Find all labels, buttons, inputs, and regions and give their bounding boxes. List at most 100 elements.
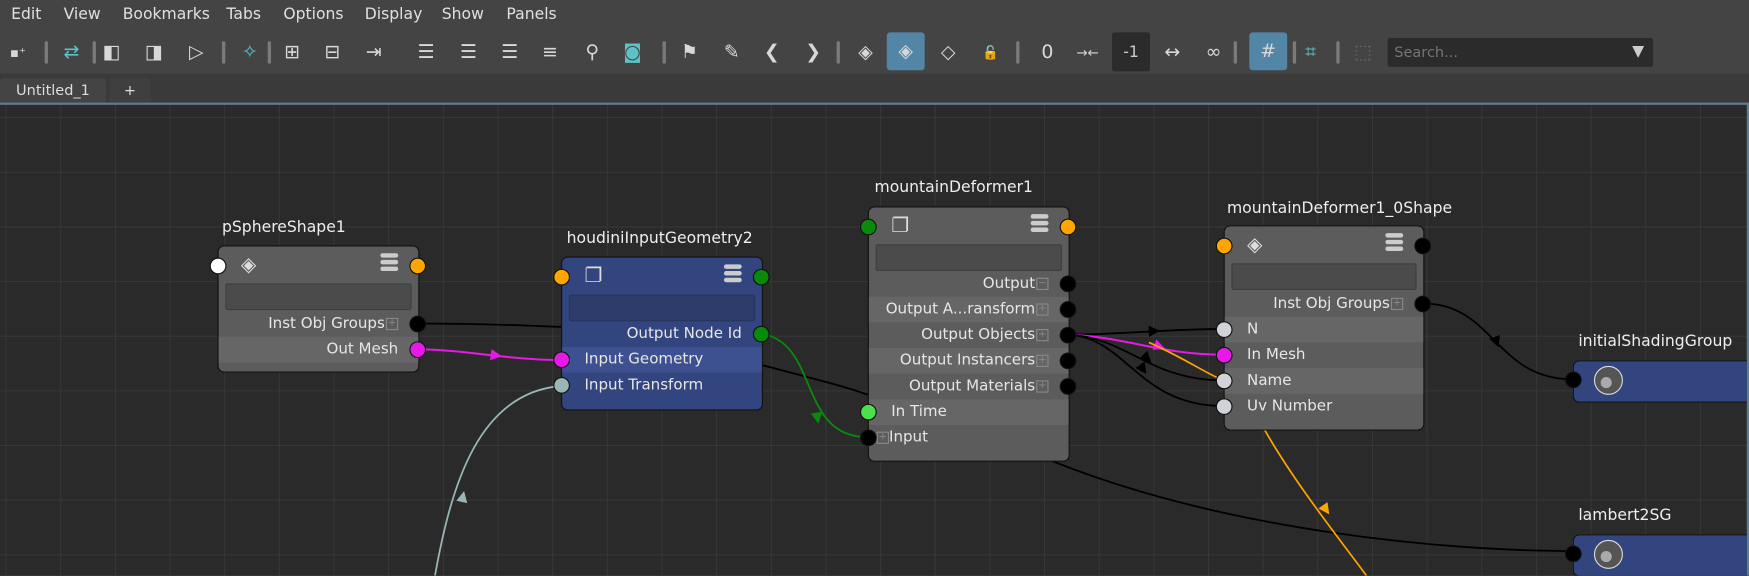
simple-mode-icon[interactable]: ☰ xyxy=(409,37,442,68)
connection-out-mesh[interactable] xyxy=(417,348,562,362)
graph-upstream-icon[interactable]: ◧ xyxy=(95,37,128,68)
node-name-field[interactable] xyxy=(1231,263,1417,291)
menu-options[interactable]: Options xyxy=(283,6,343,24)
menu-tabs[interactable]: Tabs xyxy=(226,6,261,24)
next-bookmark-icon[interactable]: ❯ xyxy=(796,37,829,68)
search-box[interactable]: ▼ xyxy=(1387,37,1654,67)
show-transforms-icon[interactable]: ◈ xyxy=(886,32,925,71)
zero-spacing-icon[interactable]: 0 xyxy=(1031,37,1064,68)
output-port[interactable] xyxy=(1059,378,1077,395)
toggle-swatch-icon[interactable]: ◙ xyxy=(616,37,649,68)
output-port[interactable] xyxy=(409,341,427,359)
attribute-row[interactable]: Output Instancers + xyxy=(868,348,1069,374)
add-tab-button[interactable]: + xyxy=(109,78,151,103)
input-port[interactable] xyxy=(1215,398,1233,415)
output-port[interactable] xyxy=(1059,326,1077,344)
connection-inst-obj-groups[interactable] xyxy=(417,322,562,328)
attribute-row[interactable]: N xyxy=(1224,316,1424,343)
attribute-row[interactable]: + Input xyxy=(869,425,1069,451)
grid-snap-icon[interactable]: # xyxy=(1249,32,1288,71)
node-input-port[interactable] xyxy=(1215,237,1233,255)
input-port[interactable] xyxy=(1564,371,1582,389)
connection-inst-obj-groups[interactable] xyxy=(760,363,869,396)
shading-group-node[interactable] xyxy=(1572,360,1747,403)
output-port[interactable] xyxy=(1059,275,1077,293)
expand-icon[interactable]: + xyxy=(385,317,399,330)
expand-icon[interactable]: + xyxy=(876,431,889,444)
expand-icon[interactable]: + xyxy=(1390,297,1404,310)
input-port[interactable] xyxy=(859,429,877,447)
menu-show[interactable]: Show xyxy=(442,6,484,24)
remove-attribute-icon[interactable]: ⊟ xyxy=(316,37,349,68)
connected-mode-icon[interactable]: ☰ xyxy=(452,37,485,68)
search-icon[interactable]: ⚲ xyxy=(576,37,609,68)
node-menu-icon[interactable] xyxy=(1385,233,1404,251)
node-input-port[interactable] xyxy=(209,257,227,275)
previous-bookmark-icon[interactable]: ❮ xyxy=(755,37,788,68)
input-port[interactable] xyxy=(1215,346,1233,364)
node-name-field[interactable] xyxy=(875,244,1062,272)
add-bookmark-icon[interactable]: ⚑ xyxy=(673,37,706,68)
graph-canvas[interactable]: pSphereShape1 ◈ Inst Obj Groups + Out Mesh ho… xyxy=(0,102,1749,576)
output-port[interactable] xyxy=(1414,295,1432,313)
attribute-row[interactable]: Inst Obj Groups + xyxy=(1225,291,1424,317)
input-port[interactable] xyxy=(1215,372,1233,390)
hide-nodes-icon[interactable]: ◇ xyxy=(931,37,964,68)
expand-icon[interactable]: + xyxy=(1036,328,1049,341)
node-output-port[interactable] xyxy=(1059,218,1077,236)
input-port[interactable] xyxy=(1564,545,1582,563)
infinite-icon[interactable]: ∞ xyxy=(1197,37,1230,68)
connection-message[interactable] xyxy=(1148,341,1224,382)
expand-icon[interactable]: + xyxy=(1036,379,1049,393)
connection-output-objects-n[interactable] xyxy=(1067,328,1224,336)
search-dropdown-icon[interactable]: ▼ xyxy=(1632,42,1644,60)
add-selected-icon[interactable]: ▪⁺ xyxy=(1,37,34,68)
attribute-row[interactable]: Inst Obj Groups + xyxy=(219,311,419,337)
node-input-port[interactable] xyxy=(859,218,877,236)
menu-bookmarks[interactable]: Bookmarks xyxy=(123,6,210,24)
connection-lambert2SG[interactable] xyxy=(1048,458,1573,552)
spacing-value-field[interactable]: -1 xyxy=(1112,32,1151,72)
node-menu-icon[interactable] xyxy=(380,253,399,272)
node-output-port[interactable] xyxy=(752,268,770,286)
shading-group-node[interactable] xyxy=(1572,534,1747,576)
expand-icon[interactable]: + xyxy=(1036,354,1049,367)
node-input-port[interactable] xyxy=(553,268,570,286)
show-shapes-icon[interactable]: ◈ xyxy=(849,37,882,68)
menu-panels[interactable]: Panels xyxy=(506,6,556,24)
custom-attributes-icon[interactable]: ≡ xyxy=(533,37,566,68)
node-name-field[interactable] xyxy=(225,283,412,311)
attribute-row[interactable]: Output − xyxy=(869,271,1069,297)
output-port[interactable] xyxy=(752,325,770,343)
expand-icon[interactable]: ↔ xyxy=(1156,37,1189,68)
input-port[interactable] xyxy=(859,403,877,421)
collapse-icon[interactable]: − xyxy=(1036,277,1049,290)
lock-icon[interactable]: 🔓 xyxy=(974,37,1007,68)
attribute-row[interactable]: Name xyxy=(1224,368,1424,394)
connection-input-transform[interactable] xyxy=(434,385,562,576)
attribute-row[interactable]: Out Mesh xyxy=(218,336,419,363)
attribute-row[interactable]: Input Geometry xyxy=(562,346,762,373)
pin-icon[interactable]: ⇥ xyxy=(357,37,390,68)
edit-bookmark-icon[interactable]: ✎ xyxy=(715,37,748,68)
contract-icon[interactable]: →← xyxy=(1071,37,1104,68)
output-port[interactable] xyxy=(1059,301,1077,318)
search-input[interactable] xyxy=(1392,41,1620,64)
all-attributes-icon[interactable]: ☰ xyxy=(493,37,526,68)
node-name-field[interactable] xyxy=(568,294,756,322)
attribute-row[interactable]: Output A...ransform + xyxy=(868,296,1069,323)
attribute-row[interactable]: In Time xyxy=(868,399,1069,425)
connection-message[interactable] xyxy=(1263,427,1368,576)
attribute-row[interactable]: Output Objects + xyxy=(869,322,1069,348)
frame-icon[interactable]: ⬚ xyxy=(1346,37,1379,68)
input-port[interactable] xyxy=(553,377,570,394)
connection-output-node-id[interactable] xyxy=(760,332,868,439)
snap-magnet-icon[interactable]: ⌗ xyxy=(1294,37,1327,68)
frame-all-icon[interactable]: ✧ xyxy=(233,37,266,68)
attribute-row[interactable]: Output Node Id xyxy=(562,321,762,347)
node-houdiniInputGeometry2[interactable]: ❐ Output Node Id Input Geometry Input Trans… xyxy=(561,256,763,411)
graph-downstream-icon[interactable]: ▷ xyxy=(180,37,213,68)
tab-untitled-1[interactable]: Untitled_1 xyxy=(0,78,106,103)
node-output-port[interactable] xyxy=(1414,237,1432,255)
expand-icon[interactable]: + xyxy=(1036,302,1049,316)
